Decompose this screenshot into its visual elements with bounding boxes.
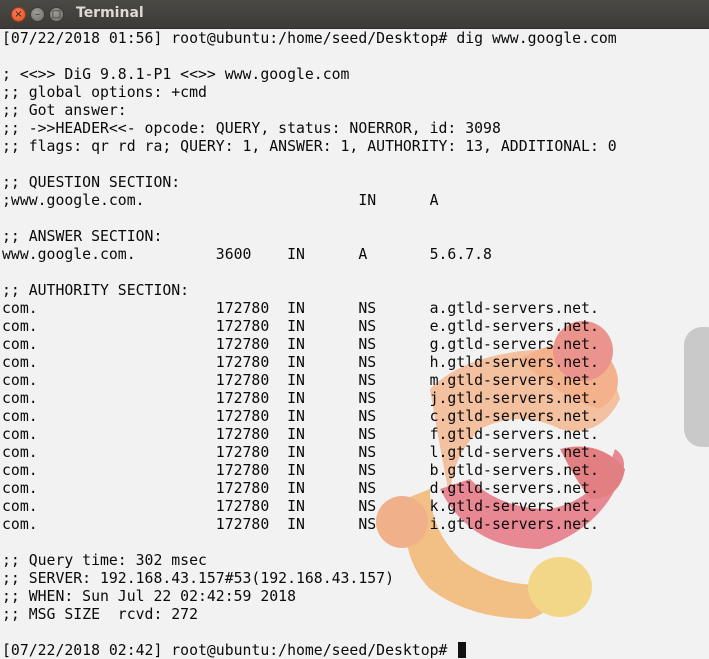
terminal-line: com. 172780 IN NS i.gtld-servers.net.	[2, 516, 599, 533]
terminal-line: com. 172780 IN NS l.gtld-servers.net.	[2, 444, 599, 461]
terminal-line: ;; SERVER: 192.168.43.157#53(192.168.43.…	[2, 570, 394, 587]
terminal-line: www.google.com. 3600 IN A 5.6.7.8	[2, 246, 492, 263]
close-icon[interactable]: ×	[11, 7, 26, 22]
terminal-content[interactable]: [07/22/2018 01:56] root@ubuntu:/home/see…	[0, 29, 709, 659]
terminal-line: ;www.google.com. IN A	[2, 192, 439, 209]
terminal-line: ;; QUESTION SECTION:	[2, 174, 181, 191]
terminal-line: com. 172780 IN NS h.gtld-servers.net.	[2, 354, 599, 371]
terminal-line: ;; MSG SIZE rcvd: 272	[2, 606, 198, 623]
terminal-line: com. 172780 IN NS m.gtld-servers.net.	[2, 372, 599, 389]
terminal-line: com. 172780 IN NS d.gtld-servers.net.	[2, 480, 599, 497]
terminal-line: ;; ->>HEADER<<- opcode: QUERY, status: N…	[2, 120, 501, 137]
terminal-line: ;; global options: +cmd	[2, 84, 207, 101]
terminal-line: ;; ANSWER SECTION:	[2, 228, 163, 245]
maximize-icon[interactable]: □	[49, 7, 64, 22]
terminal-line: [07/22/2018 01:56] root@ubuntu:/home/see…	[2, 30, 617, 47]
terminal-line: com. 172780 IN NS a.gtld-servers.net.	[2, 300, 599, 317]
terminal-line: ;; Got answer:	[2, 102, 127, 119]
terminal-line: ; <<>> DiG 9.8.1-P1 <<>> www.google.com	[2, 66, 350, 83]
terminal-window: × – □ Terminal [07/22/2018 01:56] root@u…	[0, 0, 709, 659]
shell-prompt: [07/22/2018 02:42] root@ubuntu:/home/see…	[2, 642, 457, 659]
text-cursor	[458, 642, 467, 658]
terminal-line: ;; flags: qr rd ra; QUERY: 1, ANSWER: 1,…	[2, 138, 617, 155]
terminal-line: com. 172780 IN NS j.gtld-servers.net.	[2, 390, 599, 407]
terminal-line: com. 172780 IN NS g.gtld-servers.net.	[2, 336, 599, 353]
terminal-line: com. 172780 IN NS b.gtld-servers.net.	[2, 462, 599, 479]
terminal-line: ;; WHEN: Sun Jul 22 02:42:59 2018	[2, 588, 296, 605]
minimize-icon[interactable]: –	[30, 7, 45, 22]
prompt-line[interactable]: [07/22/2018 02:42] root@ubuntu:/home/see…	[2, 642, 617, 659]
terminal-line: com. 172780 IN NS e.gtld-servers.net.	[2, 318, 599, 335]
title-bar[interactable]: × – □ Terminal	[0, 0, 709, 29]
terminal-output: [07/22/2018 01:56] root@ubuntu:/home/see…	[2, 30, 617, 659]
terminal-line: com. 172780 IN NS k.gtld-servers.net.	[2, 498, 599, 515]
terminal-line: ;; Query time: 302 msec	[2, 552, 207, 569]
terminal-line: com. 172780 IN NS c.gtld-servers.net.	[2, 408, 599, 425]
terminal-line: com. 172780 IN NS f.gtld-servers.net.	[2, 426, 599, 443]
terminal-line: ;; AUTHORITY SECTION:	[2, 282, 190, 299]
window-title: Terminal	[76, 5, 144, 21]
